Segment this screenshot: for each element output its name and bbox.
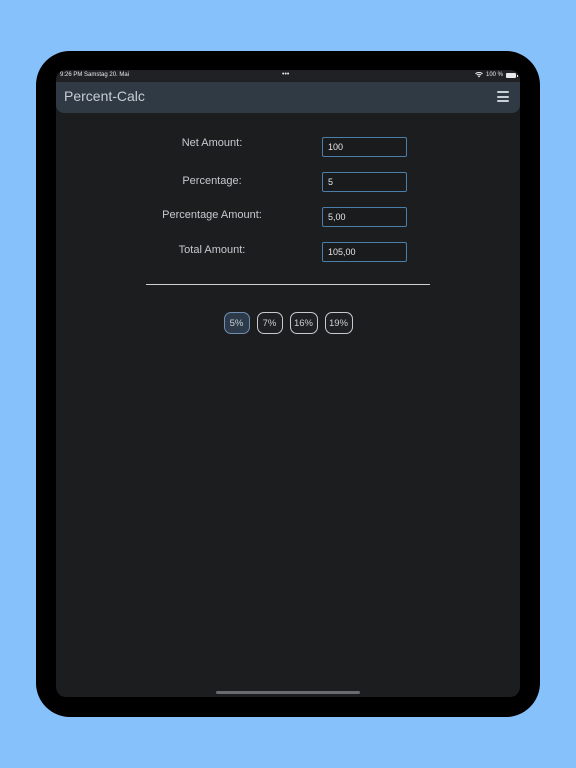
- battery-icon: [506, 72, 518, 78]
- preset-button-5[interactable]: 5%: [223, 312, 250, 334]
- battery-percentage: 100 %: [485, 72, 503, 78]
- status-indicators: 100 %: [475, 72, 518, 78]
- percentage-amount-input[interactable]: [322, 207, 407, 227]
- status-bar: 9:26 PM Samstag 20. Mai ••• 100 %: [56, 70, 520, 82]
- total-amount-input[interactable]: [322, 242, 407, 262]
- home-indicator[interactable]: [216, 691, 360, 694]
- preset-button-16[interactable]: 16%: [289, 312, 318, 334]
- divider: [146, 284, 430, 285]
- percentage-amount-label: Percentage Amount:: [162, 209, 262, 221]
- net-amount-input[interactable]: [322, 137, 407, 157]
- hamburger-menu-icon[interactable]: [497, 91, 509, 102]
- status-time: 9:26 PM Samstag 20. Mai: [60, 72, 130, 78]
- percentage-input[interactable]: [322, 172, 407, 192]
- navigation-bar: Percent-Calc: [56, 82, 520, 113]
- total-amount-label: Total Amount:: [178, 244, 246, 256]
- percentage-label: Percentage:: [182, 175, 242, 187]
- preset-buttons: 5% 7% 16% 19%: [56, 312, 520, 334]
- net-amount-label: Net Amount:: [181, 137, 243, 149]
- app-title: Percent-Calc: [64, 88, 145, 104]
- preset-button-19[interactable]: 19%: [324, 312, 353, 334]
- multitasking-dots-icon[interactable]: •••: [282, 71, 289, 78]
- wifi-icon: [475, 72, 483, 78]
- preset-button-7[interactable]: 7%: [256, 312, 283, 334]
- app-screen: 9:26 PM Samstag 20. Mai ••• 100 % Percen…: [56, 70, 520, 697]
